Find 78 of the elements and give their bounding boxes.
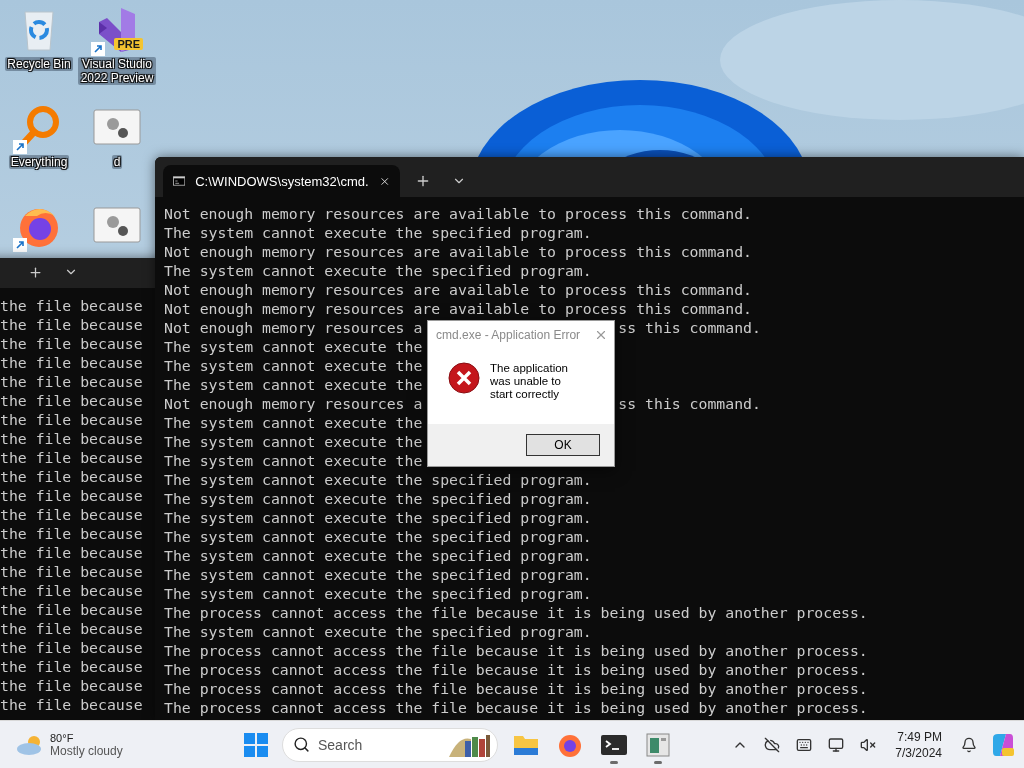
terminal-line: Not enough memory resources are available to process this command. (164, 299, 752, 318)
bell-icon[interactable] (961, 736, 977, 753)
copilot-icon[interactable] (990, 731, 1016, 758)
terminal-line: the file because (0, 486, 143, 505)
terminal-line: the file because (0, 448, 143, 467)
terminal-line: The system cannot execute the (164, 413, 423, 432)
terminal-line: the file because (0, 391, 143, 410)
terminal-line: ss this command. (618, 318, 761, 337)
terminal-line: the file because (0, 334, 143, 353)
terminal-line: the file because (0, 353, 143, 372)
terminal-line: the file because (0, 315, 143, 334)
terminal-line: the file because (0, 638, 143, 657)
terminal-line: ss this command. (618, 394, 761, 413)
terminal-line: the file because (0, 600, 143, 619)
terminal-icon (601, 734, 627, 755)
terminal-line: The system cannot execute the (164, 356, 423, 375)
terminal-line: The system cannot execute the specified program. (164, 470, 592, 489)
terminal-line: the file because (0, 581, 143, 600)
terminal-line: The system cannot execute the specified program. (164, 565, 592, 584)
ok-button[interactable]: OK (526, 434, 600, 456)
monitor-icon[interactable] (828, 736, 845, 753)
terminal-line: The system cannot execute the (164, 451, 423, 470)
terminal-line: Not enough memory resources a (164, 394, 423, 413)
terminal-line: Not enough memory resources a (164, 318, 423, 337)
terminal-line: the file because (0, 524, 143, 543)
terminal-line: Not enough memory resources are available to process this command. (164, 280, 752, 299)
terminal-line: The system cannot execute the specified program. (164, 584, 592, 603)
terminal-line: The system cannot execute the specified program. (164, 622, 592, 641)
terminal-line: The system cannot execute the specified program. (164, 508, 592, 527)
terminal-line: The system cannot execute the specified program. (164, 489, 592, 508)
keyboard-icon[interactable] (796, 736, 813, 753)
terminal-line: the file because (0, 676, 143, 695)
cloud-off-icon[interactable] (764, 736, 781, 753)
terminal-line: the file because (0, 410, 143, 429)
terminal-line: the file because (0, 296, 143, 315)
search-icon (293, 736, 310, 753)
terminal-line: the file because (0, 467, 143, 486)
terminal-line: The system cannot execute the (164, 432, 423, 451)
weather-condition: Mostly cloudy (50, 743, 123, 758)
terminal-line: The system cannot execute the (164, 337, 423, 356)
window-icon (646, 732, 670, 757)
terminal-tab[interactable]: C:\WINDOWS\system32\cmd. (163, 165, 400, 197)
terminal-line: the file because (0, 505, 143, 524)
error-icon (448, 362, 480, 394)
terminal-line: The process cannot access the file because it is being used by another process. (164, 603, 868, 622)
temperature: 80°F (50, 731, 75, 744)
search-field[interactable]: Search (282, 727, 498, 762)
badge: PRE (114, 38, 143, 50)
terminal-line: The system cannot execute the specified program. (164, 546, 592, 565)
clock-date[interactable]: 7/3/2024 (895, 744, 942, 761)
terminal-line: The system cannot execute the specified program. (164, 527, 592, 546)
search-highlight-drawing (447, 732, 491, 757)
plus-icon[interactable] (415, 173, 431, 189)
terminal-line: The process cannot access the file because it is being used by another process. (164, 660, 868, 679)
terminal-line: The process cannot access the file because it is being used by another process. (164, 698, 868, 717)
terminal-line: the file because (0, 372, 143, 391)
error-message: The application was unable to start correctly (490, 362, 569, 402)
terminal-line: the file because (0, 543, 143, 562)
dialog-title: cmd.exe - Application Error (436, 327, 581, 342)
cmd-icon (173, 175, 186, 187)
terminal-line: the file because (0, 657, 143, 676)
clock-time[interactable]: 7:49 PM (897, 728, 942, 745)
cloud-sun-icon (16, 733, 44, 756)
terminal-line: The system cannot execute the specified program. (164, 223, 592, 242)
terminal-line: the file because (0, 429, 143, 448)
speaker-muted-icon[interactable] (860, 736, 877, 753)
terminal-line: The process cannot access the file because it is being used by another process. (164, 641, 868, 660)
terminal-line: Not enough memory resources are available to process this command. (164, 204, 752, 223)
terminal-line: Not enough memory resources are available to process this command. (164, 242, 752, 261)
folder-icon (513, 733, 539, 756)
terminal-line: The process cannot access the file because it is being used by another process. (164, 679, 868, 698)
terminal-line: the file because (0, 619, 143, 638)
terminal-line: the file because (0, 562, 143, 581)
terminal-line: The system cannot execute the specified program. (164, 261, 592, 280)
terminal-line: The system cannot execute the (164, 375, 423, 394)
windows-logo-icon[interactable] (244, 732, 268, 757)
terminal-line: the file because (0, 695, 143, 714)
plus-icon[interactable] (27, 264, 43, 280)
